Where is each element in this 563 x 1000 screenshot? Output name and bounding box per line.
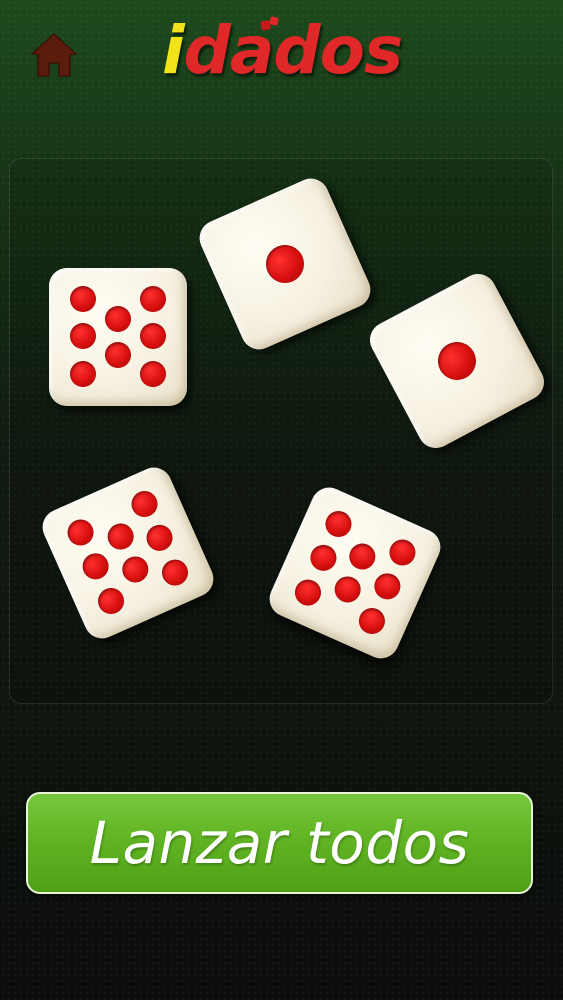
die-pip xyxy=(345,539,380,574)
die-pip xyxy=(105,306,131,332)
die-pip xyxy=(140,286,166,312)
roll-all-button[interactable]: Lanzar todos xyxy=(26,792,533,894)
die-pip xyxy=(290,575,326,610)
logo-word: dados xyxy=(183,12,404,89)
die-pip xyxy=(140,323,166,349)
die-pip xyxy=(140,361,166,387)
die-pip xyxy=(306,540,341,576)
die-pip xyxy=(142,520,177,556)
die-1[interactable] xyxy=(49,268,187,406)
home-button[interactable] xyxy=(28,30,80,80)
logo-letter-i: i xyxy=(162,12,185,89)
die-pip xyxy=(354,603,390,639)
die-pip xyxy=(385,535,420,570)
die-pip xyxy=(63,515,98,550)
die-pip xyxy=(330,572,365,607)
die-pip xyxy=(370,569,405,604)
mini-dice-icon xyxy=(260,16,279,31)
die-pip xyxy=(103,519,138,554)
die-pip xyxy=(118,552,153,587)
die-pip xyxy=(127,486,162,522)
die-pip xyxy=(157,555,193,590)
die-pip xyxy=(78,549,113,584)
app-logo: idados xyxy=(162,6,404,96)
home-icon xyxy=(31,33,77,77)
die-pip xyxy=(431,335,483,387)
die-pip xyxy=(93,583,129,619)
die-pip xyxy=(259,238,311,290)
die-pip xyxy=(70,361,96,387)
die-pip xyxy=(70,286,96,312)
die-pip xyxy=(321,506,356,542)
die-pip xyxy=(105,342,131,368)
die-pip xyxy=(70,323,96,349)
